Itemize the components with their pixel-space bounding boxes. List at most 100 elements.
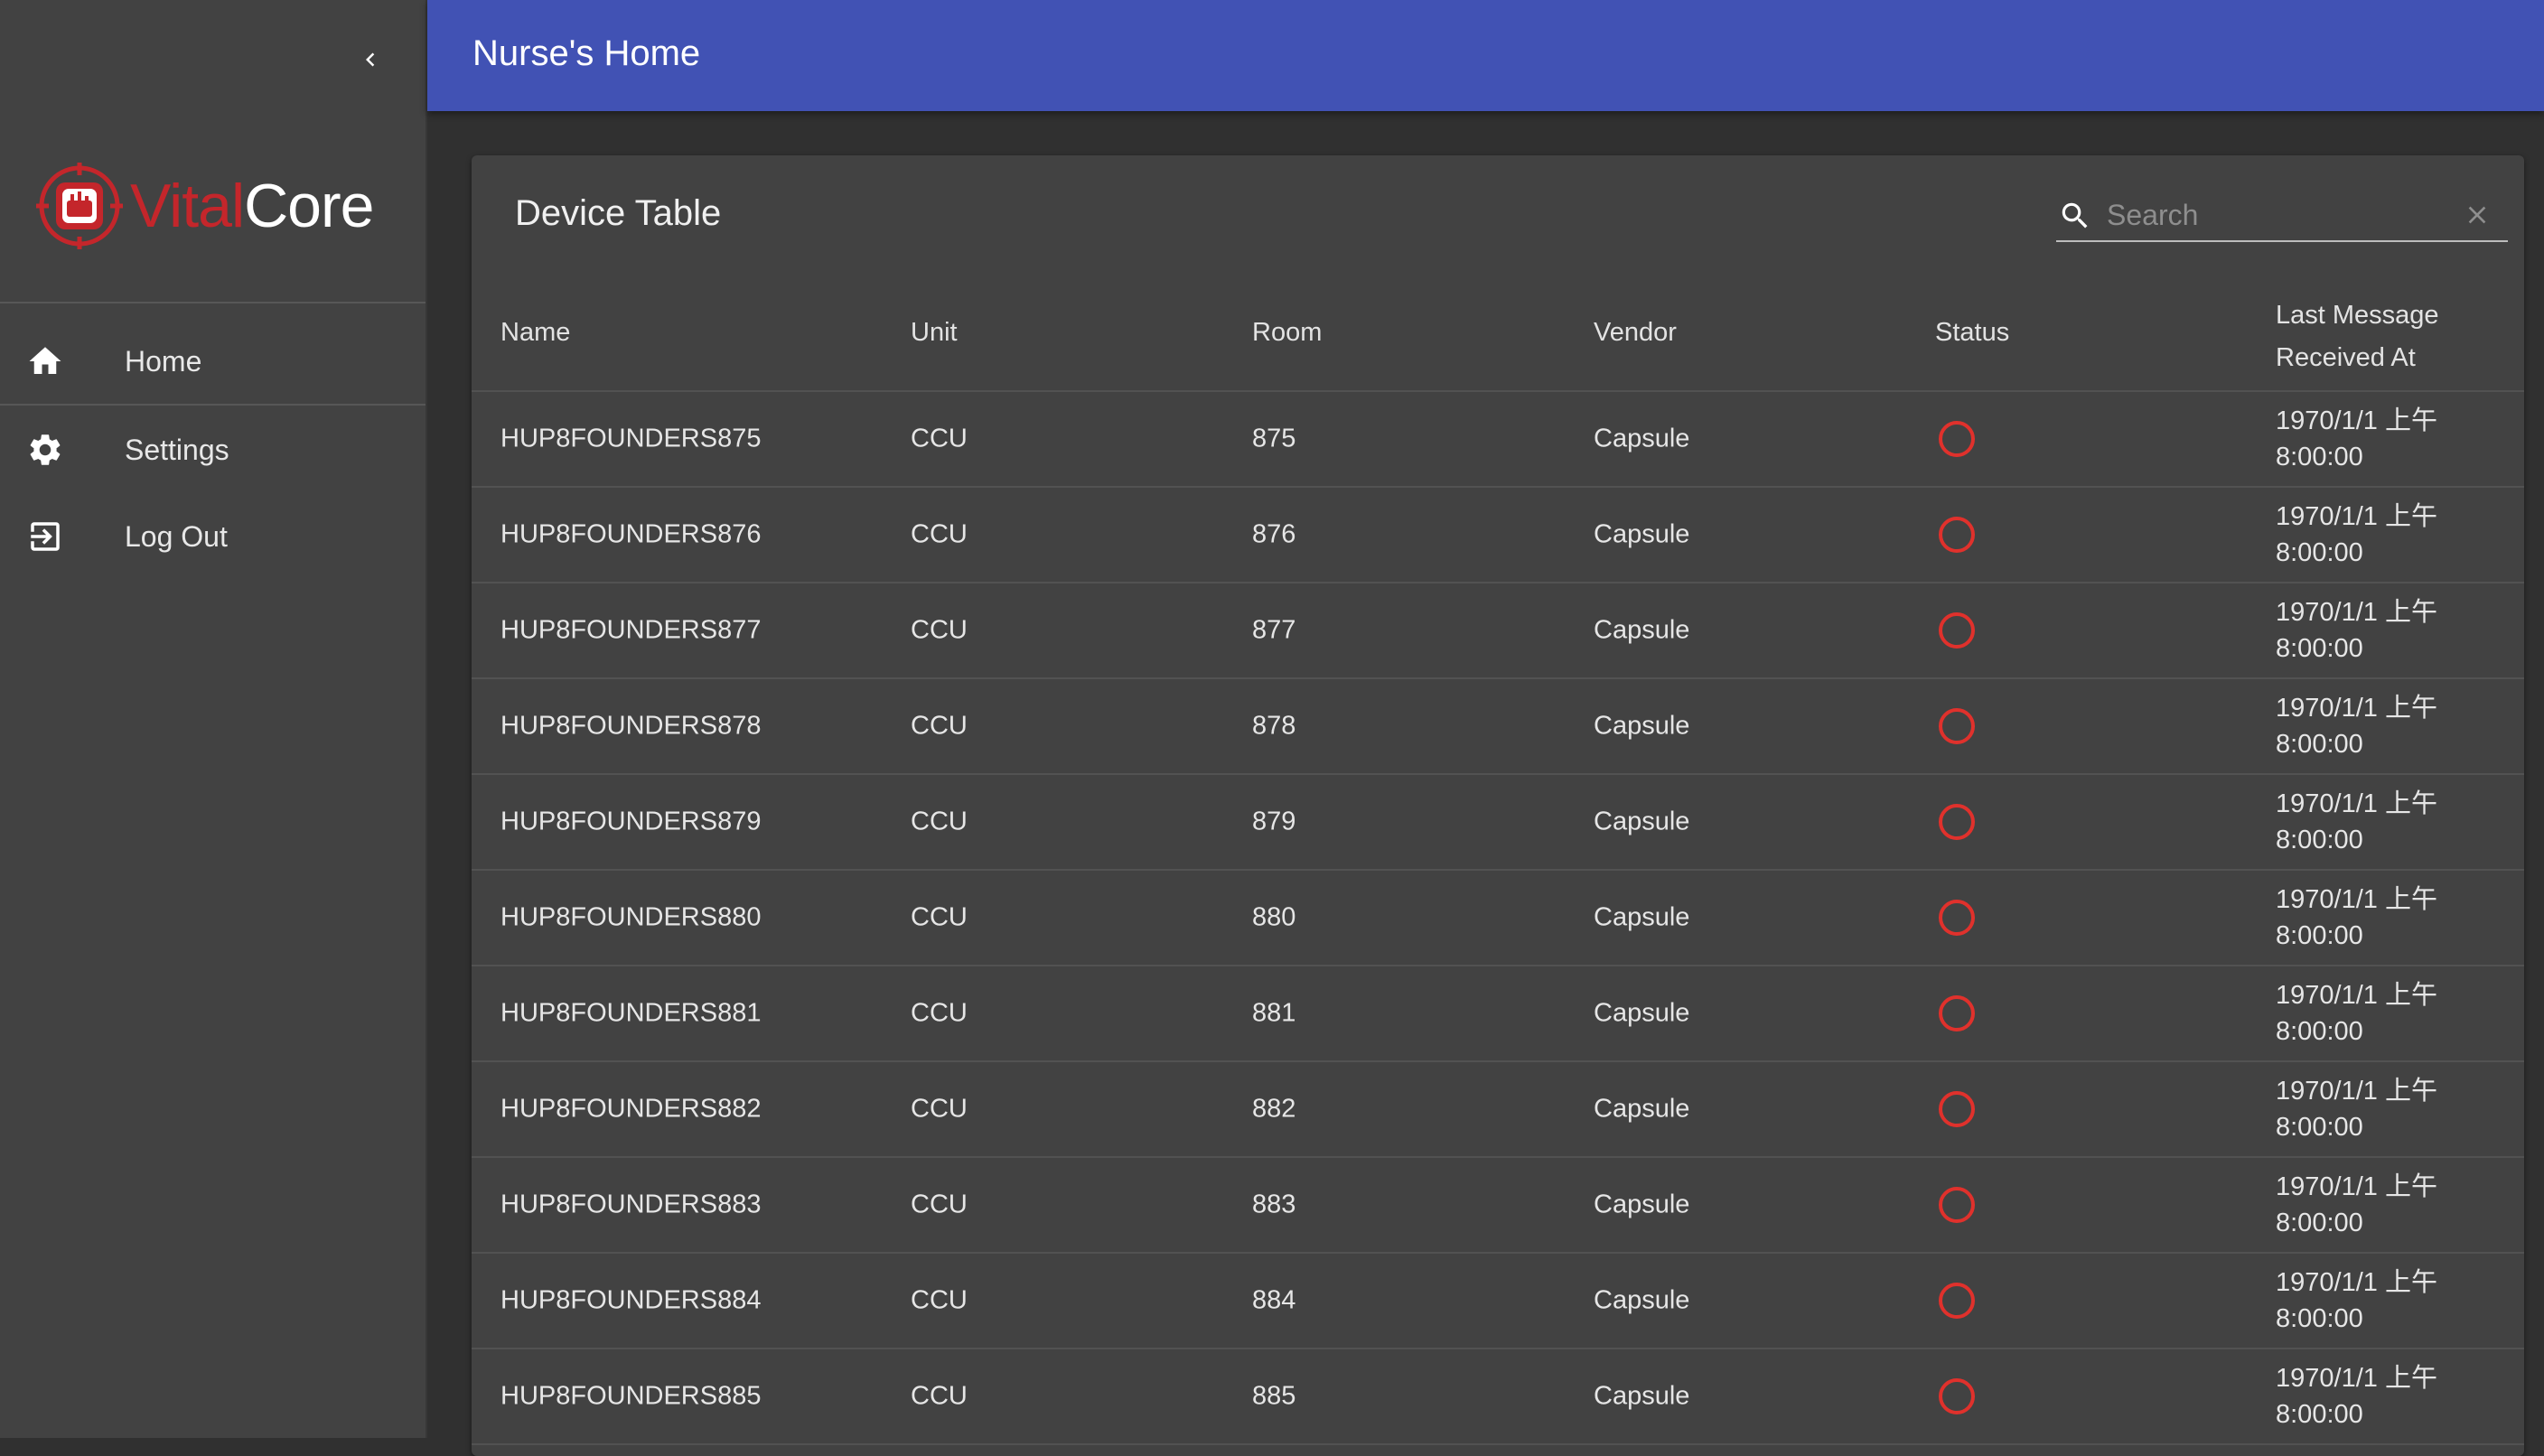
cell-last-message: 1970/1/1 上午 8:00:00 bbox=[2276, 885, 2437, 950]
sidebar-item-label: Home bbox=[125, 344, 202, 378]
table-row[interactable]: HUP8FOUNDERS884 CCU 884 Capsule 1970/1/1 上午 … bbox=[472, 1254, 2524, 1349]
home-icon bbox=[25, 341, 65, 381]
cell-unit: CCU bbox=[911, 807, 968, 836]
column-header-vendor[interactable]: Vendor bbox=[1594, 318, 1677, 348]
table-row[interactable]: HUP8FOUNDERS881 CCU 881 Capsule 1970/1/1 上午 … bbox=[472, 966, 2524, 1062]
cell-room: 878 bbox=[1252, 711, 1296, 741]
vitalcore-logo-icon bbox=[36, 163, 123, 249]
cell-room: 885 bbox=[1252, 1381, 1296, 1411]
cell-last-message: 1970/1/1 上午 8:00:00 bbox=[2276, 981, 2437, 1046]
cell-unit: CCU bbox=[911, 902, 968, 932]
cell-name: HUP8FOUNDERS877 bbox=[500, 615, 762, 645]
status-indicator-icon bbox=[1939, 1283, 1975, 1319]
cell-last-message: 1970/1/1 上午 8:00:00 bbox=[2276, 789, 2437, 854]
nav-divider bbox=[0, 302, 426, 303]
table-row[interactable]: HUP8FOUNDERS876 CCU 876 Capsule 1970/1/1 上午 … bbox=[472, 488, 2524, 583]
status-indicator-icon bbox=[1939, 1187, 1975, 1223]
sidebar-item-settings[interactable]: Settings bbox=[0, 408, 426, 491]
cell-vendor: Capsule bbox=[1594, 902, 1690, 932]
table-title: Device Table bbox=[515, 193, 722, 233]
cell-unit: CCU bbox=[911, 1190, 968, 1219]
page-title: Nurse's Home bbox=[472, 33, 701, 73]
table-row[interactable]: HUP8FOUNDERS880 CCU 880 Capsule 1970/1/1 上午 … bbox=[472, 871, 2524, 966]
sidebar-item-label: Settings bbox=[125, 433, 229, 466]
nav-divider bbox=[0, 404, 426, 406]
clear-search-icon[interactable] bbox=[2463, 201, 2492, 229]
cell-name: HUP8FOUNDERS881 bbox=[500, 998, 762, 1028]
status-indicator-icon bbox=[1939, 708, 1975, 744]
cell-last-message: 1970/1/1 上午 8:00:00 bbox=[2276, 1364, 2437, 1429]
logo-wordmark: VitalCore bbox=[130, 172, 374, 240]
cell-room: 875 bbox=[1252, 424, 1296, 453]
cell-name: HUP8FOUNDERS882 bbox=[500, 1094, 762, 1124]
cell-name: HUP8FOUNDERS885 bbox=[500, 1381, 762, 1411]
column-header-unit[interactable]: Unit bbox=[911, 318, 958, 348]
status-indicator-icon bbox=[1939, 1378, 1975, 1414]
cell-last-message: 1970/1/1 上午 8:00:00 bbox=[2276, 1268, 2437, 1333]
app-header: Nurse's Home bbox=[427, 0, 2544, 111]
table-row[interactable]: HUP8FOUNDERS885 CCU 885 Capsule 1970/1/1 上午 … bbox=[472, 1349, 2524, 1445]
cell-unit: CCU bbox=[911, 519, 968, 549]
status-indicator-icon bbox=[1939, 517, 1975, 553]
chevron-left-icon bbox=[366, 52, 375, 67]
cell-unit: CCU bbox=[911, 1285, 968, 1315]
cell-room: 876 bbox=[1252, 519, 1296, 549]
cell-vendor: Capsule bbox=[1594, 519, 1690, 549]
cell-unit: CCU bbox=[911, 424, 968, 453]
sidebar-item-logout[interactable]: Log Out bbox=[0, 495, 426, 578]
cell-last-message: 1970/1/1 上午 8:00:00 bbox=[2276, 694, 2437, 759]
table-row[interactable]: HUP8FOUNDERS883 CCU 883 Capsule 1970/1/1 上午 … bbox=[472, 1158, 2524, 1254]
cell-room: 884 bbox=[1252, 1285, 1296, 1315]
cell-room: 879 bbox=[1252, 807, 1296, 836]
cell-name: HUP8FOUNDERS880 bbox=[500, 902, 762, 932]
table-row[interactable]: HUP8FOUNDERS879 CCU 879 Capsule 1970/1/1 上午 … bbox=[472, 775, 2524, 871]
column-header-last-message[interactable]: Last Message Received At bbox=[2276, 294, 2456, 379]
table-row[interactable]: HUP8FOUNDERS877 CCU 877 Capsule 1970/1/1 上午 … bbox=[472, 583, 2524, 679]
search-field bbox=[2056, 188, 2508, 242]
cell-room: 883 bbox=[1252, 1190, 1296, 1219]
cell-name: HUP8FOUNDERS876 bbox=[500, 519, 762, 549]
status-indicator-icon bbox=[1939, 804, 1975, 840]
cell-vendor: Capsule bbox=[1594, 998, 1690, 1028]
column-header-name[interactable]: Name bbox=[500, 318, 570, 348]
cell-vendor: Capsule bbox=[1594, 711, 1690, 741]
cell-name: HUP8FOUNDERS879 bbox=[500, 807, 762, 836]
collapse-sidebar-button[interactable] bbox=[345, 34, 396, 85]
column-header-room[interactable]: Room bbox=[1252, 318, 1322, 348]
cell-room: 877 bbox=[1252, 615, 1296, 645]
table-row[interactable]: HUP8FOUNDERS878 CCU 878 Capsule 1970/1/1 上午 … bbox=[472, 679, 2524, 775]
cell-name: HUP8FOUNDERS884 bbox=[500, 1285, 762, 1315]
status-indicator-icon bbox=[1939, 995, 1975, 1031]
cell-last-message: 1970/1/1 上午 8:00:00 bbox=[2276, 1077, 2437, 1142]
cell-vendor: Capsule bbox=[1594, 1094, 1690, 1124]
cell-vendor: Capsule bbox=[1594, 424, 1690, 453]
logo-word-core: Core bbox=[244, 172, 374, 240]
search-input[interactable] bbox=[2105, 193, 2448, 237]
cell-room: 880 bbox=[1252, 902, 1296, 932]
status-indicator-icon bbox=[1939, 421, 1975, 457]
logout-icon bbox=[25, 517, 65, 556]
cell-vendor: Capsule bbox=[1594, 615, 1690, 645]
table-header: Name Unit Room Vendor Status Last Messag… bbox=[472, 271, 2524, 392]
column-header-status[interactable]: Status bbox=[1935, 318, 2009, 348]
table-row[interactable]: HUP8FOUNDERS875 CCU 875 Capsule 1970/1/1 上午 … bbox=[472, 392, 2524, 488]
vitalcore-logo: VitalCore bbox=[34, 159, 374, 253]
table-row[interactable]: HUP8FOUNDERS882 CCU 882 Capsule 1970/1/1 上午 … bbox=[472, 1062, 2524, 1158]
cell-unit: CCU bbox=[911, 998, 968, 1028]
status-indicator-icon bbox=[1939, 900, 1975, 936]
search-icon bbox=[2062, 202, 2088, 229]
sidebar: VitalCore Home Settings Log Out bbox=[0, 0, 427, 1438]
device-table-card: Device Table Name Unit Room Vendor Statu… bbox=[472, 155, 2524, 1456]
cell-vendor: Capsule bbox=[1594, 807, 1690, 836]
gear-icon bbox=[25, 430, 65, 470]
cell-vendor: Capsule bbox=[1594, 1381, 1690, 1411]
cell-unit: CCU bbox=[911, 1094, 968, 1124]
cell-last-message: 1970/1/1 上午 8:00:00 bbox=[2276, 406, 2437, 471]
cell-name: HUP8FOUNDERS875 bbox=[500, 424, 762, 453]
cell-room: 882 bbox=[1252, 1094, 1296, 1124]
cell-unit: CCU bbox=[911, 711, 968, 741]
cell-last-message: 1970/1/1 上午 8:00:00 bbox=[2276, 502, 2437, 567]
sidebar-item-home[interactable]: Home bbox=[0, 320, 426, 403]
cell-name: HUP8FOUNDERS878 bbox=[500, 711, 762, 741]
cell-last-message: 1970/1/1 上午 8:00:00 bbox=[2276, 1172, 2437, 1237]
